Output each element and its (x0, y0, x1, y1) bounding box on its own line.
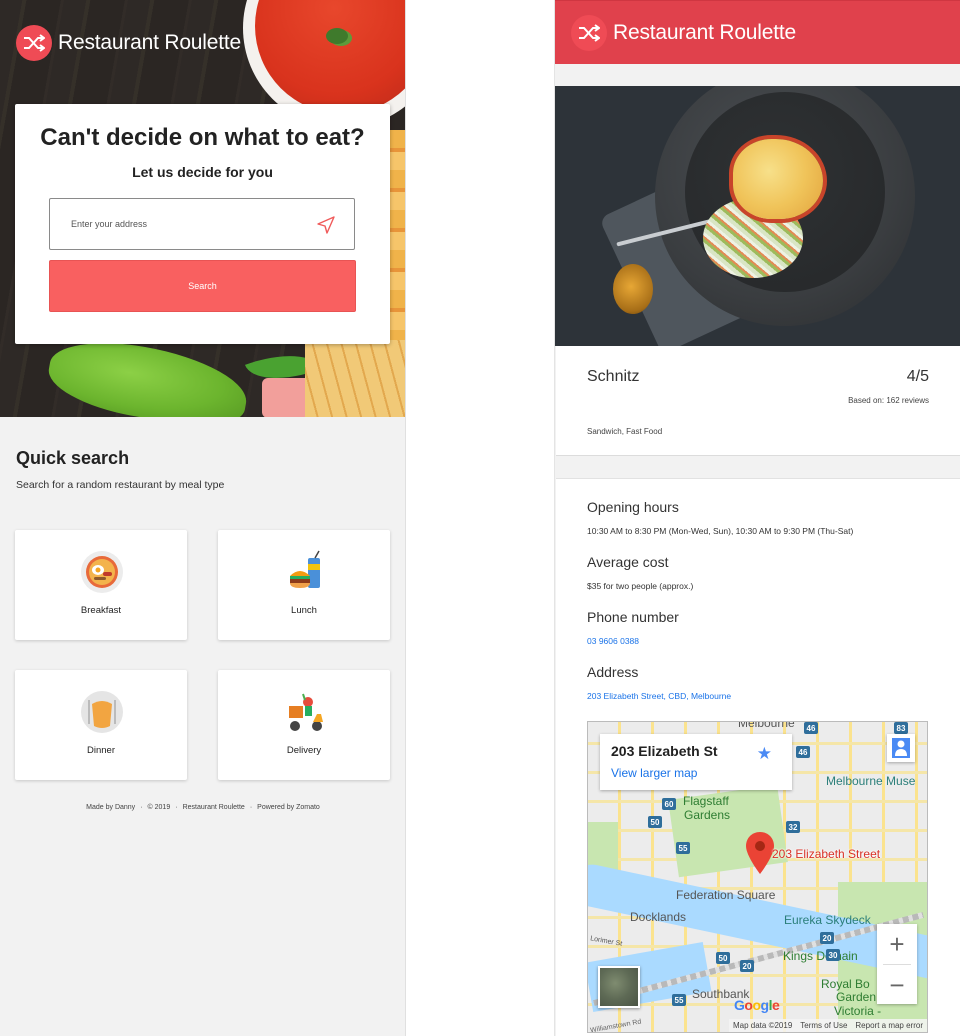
report-error-link[interactable]: Report a map error (855, 1021, 923, 1030)
meal-card-breakfast[interactable]: Breakfast (15, 530, 187, 640)
top-bar: Restaurant Roulette (555, 0, 960, 64)
footer: Made by Danny · © 2019 · Restaurant Roulette… (86, 804, 320, 811)
hero-subtitle: Let us decide for you (132, 164, 273, 180)
search-card: Can't decide on what to eat? Let us deci… (15, 104, 390, 344)
address-input[interactable] (71, 219, 301, 229)
map-label: Melbourne Muse (826, 774, 916, 788)
route-badge: 46 (804, 722, 818, 734)
meal-label: Breakfast (80, 605, 122, 616)
restaurant-info-card: Schnitz 4/5 Based on: 162 reviews Sandwi… (556, 346, 960, 456)
sauce-image (613, 264, 653, 314)
map-label: Flagstaff (683, 794, 729, 808)
lunch-icon (290, 550, 320, 588)
meal-label: Lunch (291, 605, 317, 616)
phone-link[interactable]: 03 9606 0388 (587, 636, 639, 646)
map-label: Gardens (684, 808, 731, 822)
map-label: Victoria - (834, 1004, 882, 1018)
map-embed[interactable]: Melbourne Melbourne Muse Flagstaff Garde… (587, 721, 928, 1033)
phone-label: Phone number (587, 609, 679, 625)
map-place-title: 203 Elizabeth St (611, 743, 718, 759)
meal-label: Delivery (286, 745, 322, 756)
fries-image (305, 340, 405, 417)
save-star-icon[interactable]: ★ (757, 744, 772, 764)
route-badge: 83 (894, 722, 908, 734)
map-label: Eureka Skydeck (784, 913, 871, 927)
route-badge: 55 (672, 994, 686, 1006)
restaurant-photo (555, 86, 960, 346)
app-name: Restaurant Roulette (58, 31, 241, 54)
app-name: Restaurant Roulette (613, 21, 796, 44)
home-screen: Restaurant Roulette Can't decide on what… (0, 0, 406, 1036)
quick-search-subtitle: Search for a random restaurant by meal t… (16, 479, 225, 491)
route-badge: 55 (676, 842, 690, 854)
route-badge: 20 (740, 960, 754, 972)
quick-search-title: Quick search (16, 448, 130, 468)
cost-value: $35 for two people (approx.) (587, 581, 694, 591)
terms-link[interactable]: Terms of Use (800, 1021, 847, 1030)
footer-made-by: Made by Danny (86, 804, 136, 811)
footer-powered[interactable]: Powered by Zomato (257, 804, 320, 811)
address-label: Address (587, 664, 639, 680)
cuisine-list: Sandwich, Fast Food (587, 427, 663, 436)
app-logo[interactable]: Restaurant Roulette (571, 15, 796, 51)
restaurant-name: Schnitz (587, 368, 640, 385)
shuffle-icon (571, 15, 607, 51)
route-badge: 60 (662, 798, 676, 810)
address-field[interactable] (49, 198, 355, 250)
map-label: Garden (836, 990, 877, 1004)
dinner-icon (81, 691, 123, 733)
pin-label: 203 Elizabeth Street (772, 847, 881, 861)
route-badge: 20 (820, 932, 834, 944)
breakfast-icon (81, 551, 123, 593)
hero-banner: Restaurant Roulette Can't decide on what… (0, 0, 405, 417)
restaurant-details-card: Opening hours 10:30 AM to 8:30 PM (Mon-W… (556, 478, 960, 1036)
map-label: Royal Bo (821, 977, 870, 991)
map-attribution: Map data ©2019 Terms of Use Report a map… (729, 1019, 927, 1032)
satellite-toggle[interactable] (598, 966, 640, 1008)
route-badge: 50 (648, 816, 662, 828)
footer-year: © 2019 (147, 804, 171, 811)
restaurant-screen: Restaurant Roulette Schnitz 4/5 Based on… (554, 0, 960, 1036)
map-data-text: Map data ©2019 (733, 1021, 793, 1030)
google-logo: Google (734, 997, 780, 1013)
route-badge: 30 (826, 949, 840, 961)
meal-card-delivery[interactable]: Delivery (218, 670, 390, 780)
address-link[interactable]: 203 Elizabeth Street, CBD, Melbourne (587, 691, 731, 701)
hours-value: 10:30 AM to 8:30 PM (Mon-Wed, Sun), 10:3… (587, 526, 854, 536)
delivery-icon (289, 693, 323, 731)
cost-label: Average cost (587, 554, 669, 570)
map-label: Federation Square (676, 888, 776, 902)
herb-garnish-image (326, 28, 348, 44)
meal-label: Dinner (87, 745, 115, 756)
street-view-icon[interactable] (887, 734, 915, 762)
route-badge: 46 (796, 746, 810, 758)
zoom-in-button[interactable]: + (877, 924, 917, 964)
meal-card-dinner[interactable]: Dinner (15, 670, 187, 780)
map-label: Docklands (630, 910, 687, 924)
meal-card-lunch[interactable]: Lunch (218, 530, 390, 640)
hours-label: Opening hours (587, 499, 679, 515)
footer-app[interactable]: Restaurant Roulette (183, 804, 245, 811)
view-larger-map-link[interactable]: View larger map (611, 766, 697, 780)
search-button[interactable]: Search (49, 260, 356, 312)
shuffle-icon (16, 25, 52, 61)
schnitzel-image (733, 139, 823, 219)
restaurant-rating: 4/5 (906, 368, 929, 385)
route-badge: 32 (786, 821, 800, 833)
location-arrow-icon[interactable] (316, 215, 336, 235)
app-logo[interactable]: Restaurant Roulette (16, 25, 241, 61)
map-label: Melbourne (738, 721, 795, 730)
hero-title: Can't decide on what to eat? (40, 124, 365, 151)
map-label: Kings Domain (783, 949, 858, 963)
map-pin-icon[interactable] (746, 832, 774, 874)
zoom-out-button[interactable]: − (877, 965, 917, 1005)
route-badge: 50 (716, 952, 730, 964)
review-count: Based on: 162 reviews (848, 396, 929, 405)
zoom-controls: + − (877, 924, 917, 1004)
map-place-card: 203 Elizabeth St View larger map ★ (600, 734, 792, 790)
